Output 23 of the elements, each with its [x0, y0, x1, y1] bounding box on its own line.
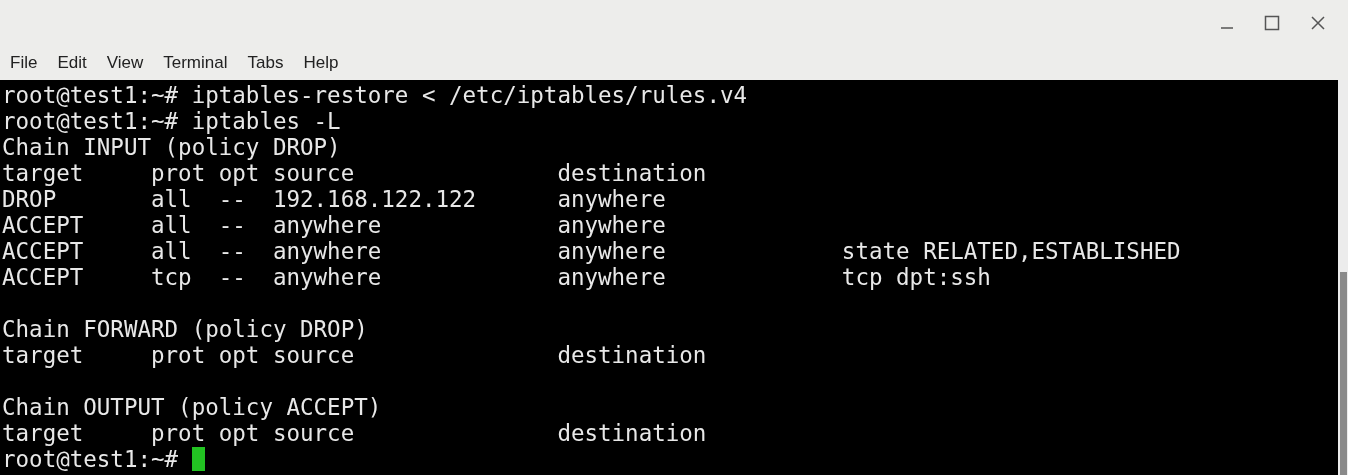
menu-item[interactable]: Edit: [57, 49, 87, 76]
terminal-line: ACCEPT all -- anywhere anywhere state RELATED,ESTABLISHED: [2, 238, 1181, 264]
terminal-line: target prot opt source destination: [2, 420, 707, 446]
terminal-line: Chain FORWARD (policy DROP): [2, 316, 368, 342]
maximize-icon[interactable]: [1264, 14, 1280, 31]
close-icon[interactable]: [1310, 14, 1326, 31]
scrollbar-thumb[interactable]: [1340, 272, 1347, 475]
terminal-line: Chain OUTPUT (policy ACCEPT): [2, 394, 382, 420]
terminal-line: root@test1:~# iptables-restore < /etc/iptables/rules.v4: [2, 82, 748, 108]
menu-item[interactable]: Tabs: [247, 49, 284, 76]
terminal-line: target prot opt source destination: [2, 342, 707, 368]
terminal-line: ACCEPT all -- anywhere anywhere: [2, 212, 666, 238]
terminal-line: root@test1:~#: [2, 446, 180, 472]
terminal-line: ACCEPT tcp -- anywhere anywhere tcp dpt:ssh: [2, 264, 991, 290]
menu-item[interactable]: File: [10, 49, 38, 76]
menu-item[interactable]: View: [106, 49, 144, 76]
terminal-line: target prot opt source destination: [2, 160, 707, 186]
menu-item[interactable]: Help: [303, 49, 339, 76]
terminal-line: root@test1:~# iptables -L: [2, 108, 341, 134]
terminal-screen[interactable]: [0, 80, 1338, 475]
terminal-line: Chain INPUT (policy DROP): [2, 134, 341, 160]
menu-item[interactable]: Terminal: [163, 49, 228, 76]
terminal-line: DROP all -- 192.168.122.122 anywhere: [2, 186, 666, 212]
